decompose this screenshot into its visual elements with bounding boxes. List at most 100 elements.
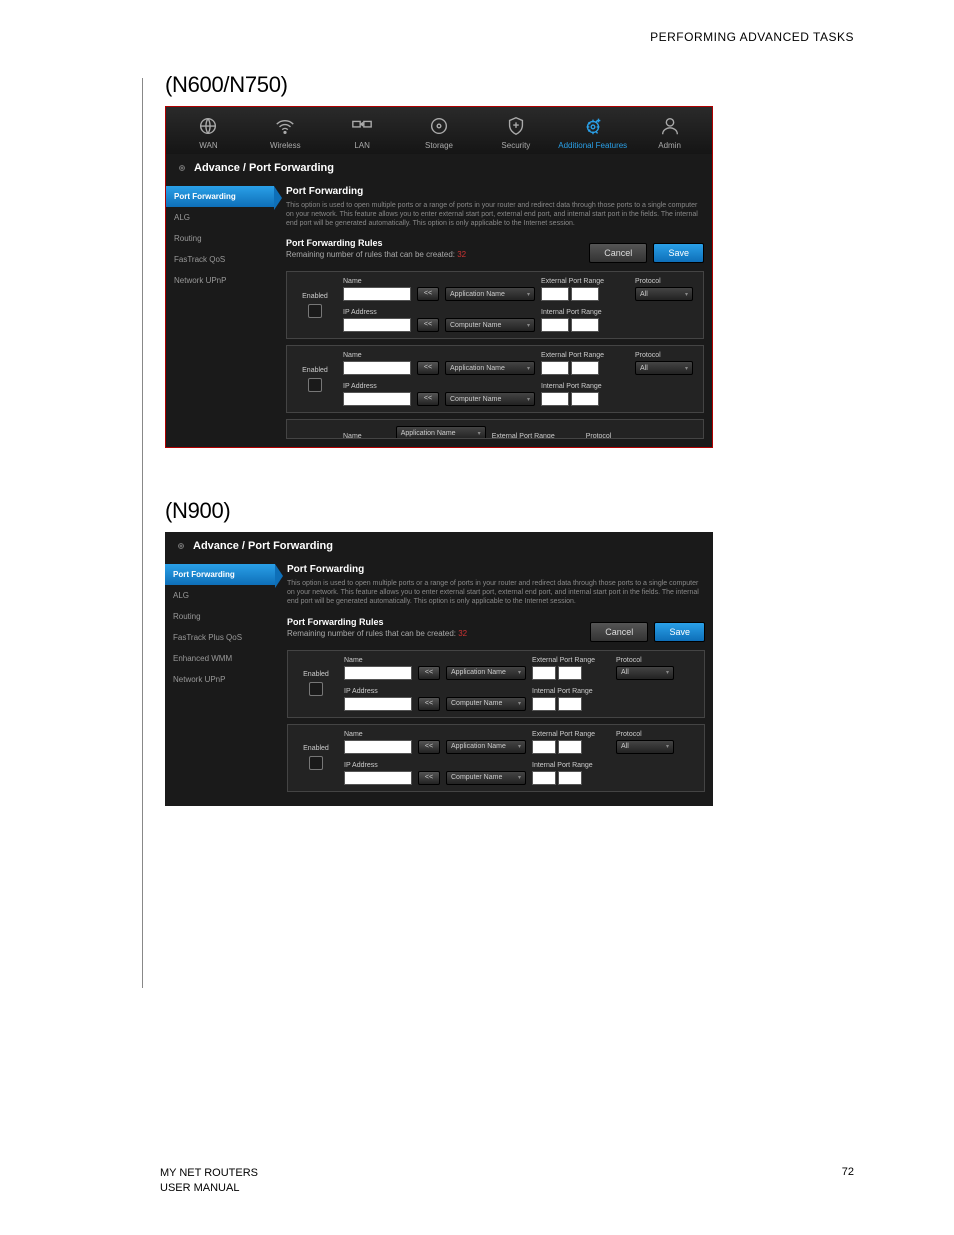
rule-row: Enabled Name << Application Name▾ Extern… (287, 650, 705, 718)
section-title-n900: (N900) (165, 498, 894, 524)
vertical-divider (142, 78, 143, 988)
int-port-start-input[interactable] (541, 318, 569, 332)
enabled-label: Enabled (302, 367, 328, 374)
enabled-label: Enabled (302, 293, 328, 300)
sidebar-item-port-forwarding[interactable]: Port Forwarding (166, 186, 274, 207)
copy-left-button[interactable]: << (417, 392, 439, 406)
panel-description: This option is used to open multiple por… (287, 579, 705, 606)
name-input[interactable] (344, 666, 412, 680)
save-button[interactable]: Save (654, 622, 705, 642)
sidebar-item-port-forwarding[interactable]: Port Forwarding (165, 564, 275, 585)
gear-plus-icon (579, 115, 607, 137)
name-label: Name (343, 278, 411, 285)
enabled-label: Enabled (303, 745, 329, 752)
enabled-checkbox[interactable] (308, 304, 322, 318)
section-title-n600: (N600/N750) (165, 72, 894, 98)
nav-wireless[interactable]: Wireless (247, 115, 324, 150)
nav-admin[interactable]: Admin (631, 115, 708, 150)
application-name-select[interactable]: Application Name▾ (396, 426, 486, 439)
panel-description: This option is used to open multiple por… (286, 201, 704, 228)
nav-lan[interactable]: LAN (324, 115, 401, 150)
breadcrumb: Advance / Port Forwarding (166, 154, 712, 182)
protocol-select[interactable]: All▾ (635, 361, 693, 375)
save-button[interactable]: Save (653, 243, 704, 263)
application-name-select[interactable]: Application Name▾ (446, 666, 526, 680)
ext-port-end-input[interactable] (571, 287, 599, 301)
protocol-select[interactable]: All▾ (616, 666, 674, 680)
footer-doc: USER MANUAL (160, 1181, 258, 1195)
int-port-end-input[interactable] (571, 318, 599, 332)
copy-left-button[interactable]: << (417, 318, 439, 332)
top-nav: WAN Wireless LAN Storage Security (166, 107, 712, 154)
rule-row: Name Application Name▾ External Port Ran… (286, 419, 704, 439)
sidebar-item-fastrack-qos[interactable]: FasTrack QoS (166, 249, 274, 270)
ext-port-start-input[interactable] (541, 287, 569, 301)
footer-product: MY NET ROUTERS (160, 1166, 258, 1180)
ext-range-label: External Port Range (541, 278, 629, 285)
ip-input[interactable] (344, 697, 412, 711)
nav-additional-features[interactable]: Additional Features (554, 115, 631, 150)
copy-left-button[interactable]: << (418, 740, 440, 754)
sidebar-item-enhanced-wmm[interactable]: Enhanced WMM (165, 648, 275, 669)
protocol-select[interactable]: All▾ (635, 287, 693, 301)
breadcrumb: Advance / Port Forwarding (165, 532, 713, 560)
application-name-select[interactable]: Application Name▾ (445, 287, 535, 301)
copy-left-button[interactable]: << (417, 361, 439, 375)
enabled-checkbox[interactable] (308, 378, 322, 392)
gear-icon (176, 162, 188, 174)
computer-name-select[interactable]: Computer Name▾ (445, 392, 535, 406)
main-panel: Port Forwarding This option is used to o… (274, 182, 712, 447)
ip-input[interactable] (343, 318, 411, 332)
sidebar-item-routing[interactable]: Routing (165, 606, 275, 627)
panel-title: Port Forwarding (287, 564, 705, 575)
router-ui-n900: Advance / Port Forwarding Port Forwardin… (165, 532, 713, 805)
wifi-icon (271, 115, 299, 137)
sidebar-item-alg[interactable]: ALG (165, 585, 275, 606)
copy-left-button[interactable]: << (418, 697, 440, 711)
copy-left-button[interactable]: << (418, 666, 440, 680)
page-footer: MY NET ROUTERS USER MANUAL 72 (160, 1166, 854, 1195)
copy-left-button[interactable]: << (418, 771, 440, 785)
computer-name-select[interactable]: Computer Name▾ (445, 318, 535, 332)
globe-icon (194, 115, 222, 137)
computer-name-select[interactable]: Computer Name▾ (446, 697, 526, 711)
application-name-select[interactable]: Application Name▾ (446, 740, 526, 754)
cancel-button[interactable]: Cancel (590, 622, 648, 642)
shield-icon (502, 115, 530, 137)
enabled-checkbox[interactable] (309, 682, 323, 696)
sidebar-item-routing[interactable]: Routing (166, 228, 274, 249)
nav-security[interactable]: Security (477, 115, 554, 150)
sidebar-item-network-upnp[interactable]: Network UPnP (165, 669, 275, 690)
sidebar-item-alg[interactable]: ALG (166, 207, 274, 228)
cancel-button[interactable]: Cancel (589, 243, 647, 263)
ip-input[interactable] (344, 771, 412, 785)
router-ui-n600: WAN Wireless LAN Storage Security (165, 106, 713, 448)
rule-row: Enabled Name << Application Name▾ Extern… (287, 724, 705, 792)
application-name-select[interactable]: Application Name▾ (445, 361, 535, 375)
lan-icon (348, 115, 376, 137)
int-range-label: Internal Port Range (541, 309, 629, 316)
ip-input[interactable] (343, 392, 411, 406)
main-panel: Port Forwarding This option is used to o… (275, 560, 713, 805)
sidebar-item-network-upnp[interactable]: Network UPnP (166, 270, 274, 291)
name-input[interactable] (343, 361, 411, 375)
rule-row: Enabled Name << Application Name▾ Extern… (286, 345, 704, 413)
enabled-checkbox[interactable] (309, 756, 323, 770)
disc-icon (425, 115, 453, 137)
enabled-label: Enabled (303, 671, 329, 678)
protocol-select[interactable]: All▾ (616, 740, 674, 754)
rule-row: Enabled Name << Application Name▾ Extern… (286, 271, 704, 339)
ip-label: IP Address (343, 309, 411, 316)
chapter-heading: PERFORMING ADVANCED TASKS (60, 30, 894, 44)
panel-title: Port Forwarding (286, 186, 704, 197)
name-input[interactable] (344, 740, 412, 754)
sidebar: Port Forwarding ALG Routing FasTrack QoS… (166, 182, 274, 447)
copy-left-button[interactable]: << (417, 287, 439, 301)
computer-name-select[interactable]: Computer Name▾ (446, 771, 526, 785)
sidebar-item-fastrack-plus-qos[interactable]: FasTrack Plus QoS (165, 627, 275, 648)
sidebar: Port Forwarding ALG Routing FasTrack Plu… (165, 560, 275, 805)
nav-wan[interactable]: WAN (170, 115, 247, 150)
gear-icon (175, 540, 187, 552)
nav-storage[interactable]: Storage (401, 115, 478, 150)
name-input[interactable] (343, 287, 411, 301)
